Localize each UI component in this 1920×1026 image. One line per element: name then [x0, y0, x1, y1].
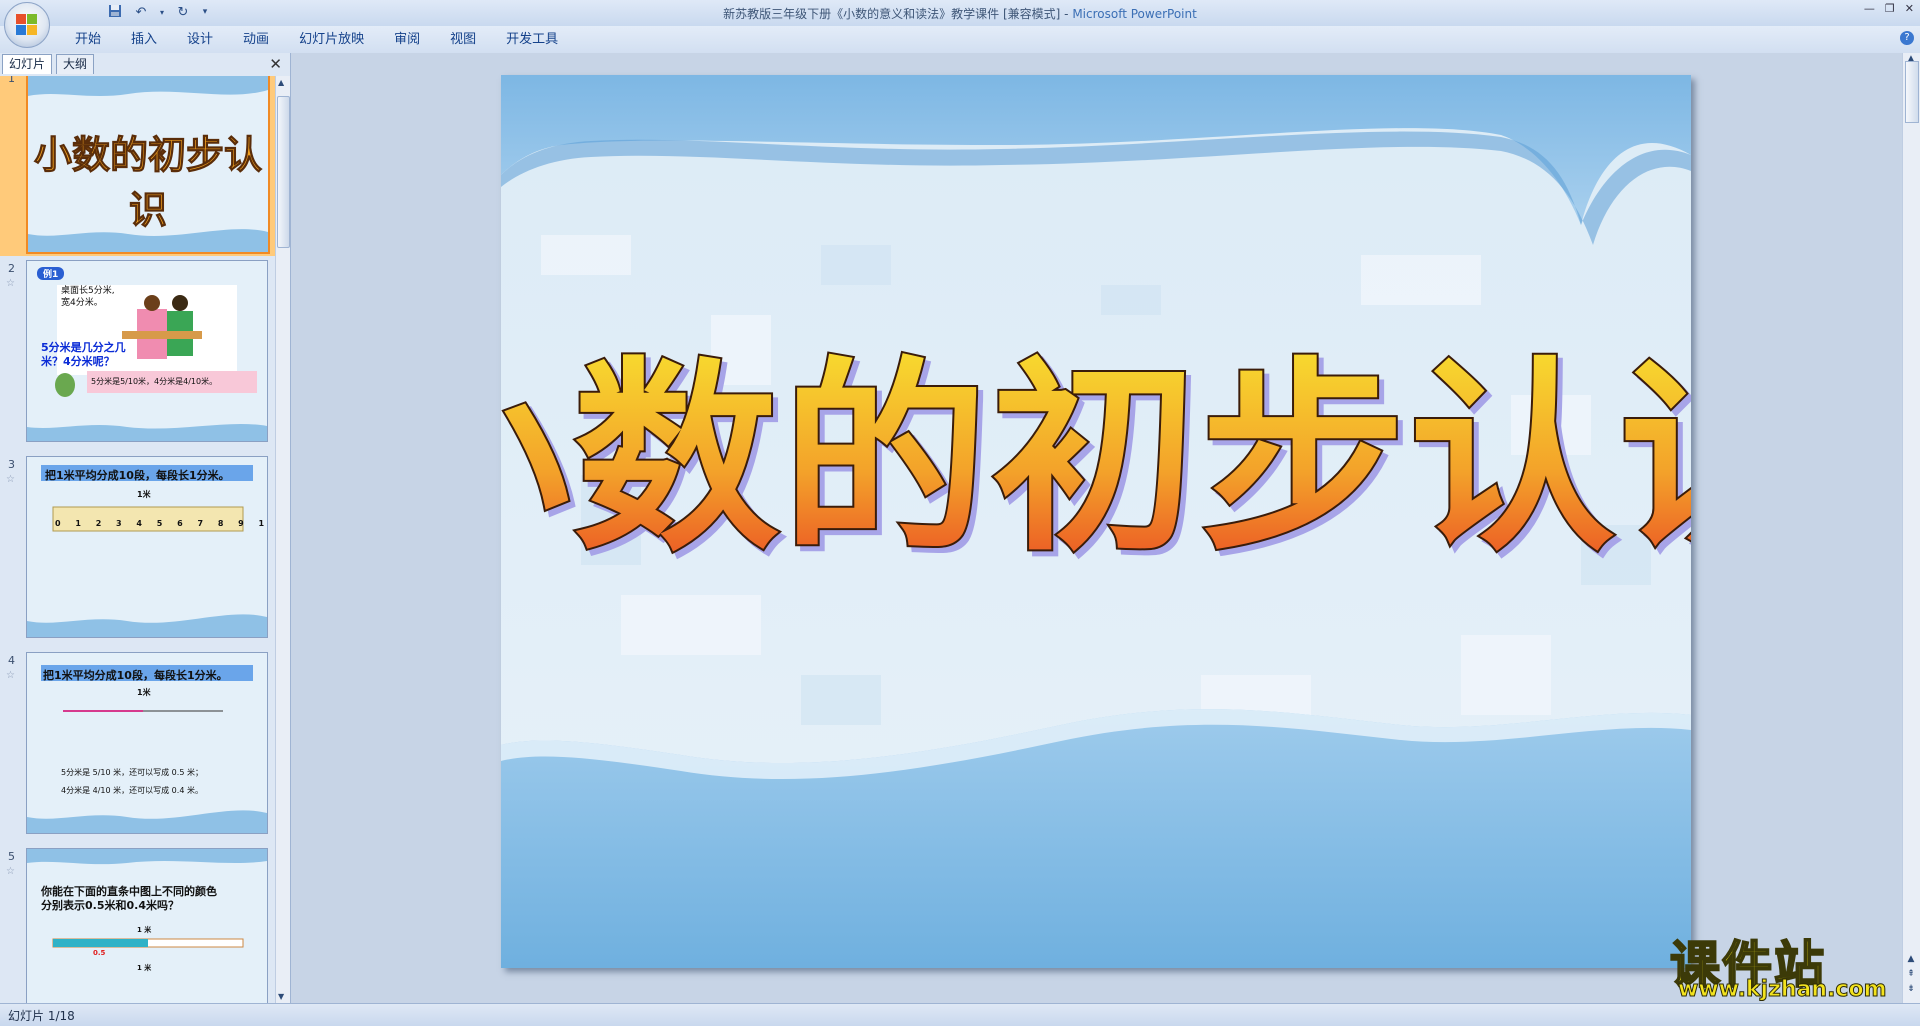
ribbon: 开始 插入 设计 动画 幻灯片放映 审阅 视图 开发工具 ? [0, 26, 1920, 54]
thumb-text: 4分米是 4/10 米，还可以写成 0.4 米。 [61, 786, 203, 795]
status-bar: 幻灯片 1/18 [0, 1003, 1920, 1026]
bar-label: 1 米 [137, 926, 152, 934]
ruler-ticks: 0 1 2 3 4 5 6 7 8 9 10 [55, 519, 268, 528]
thumbnail-row-1[interactable]: 1 小数的初步认识 [0, 76, 276, 256]
thumb-header: 把1米平均分成10段，每段长1分米。 [45, 469, 230, 482]
slide-number: 1 [8, 76, 15, 85]
slide-scroll-thumb[interactable] [1905, 61, 1919, 123]
thumb-answer: 5分米是5/10米，4分米是4/10米。 [91, 377, 218, 386]
app-name: Microsoft PowerPoint [1072, 7, 1197, 21]
example-badge: 例1 [37, 267, 65, 280]
thumbnail-row-5[interactable]: 5 ☆ 你能在下面的直条中图上不同的颜色 分别表示0.5米和0.4米吗？ 1 米… [0, 844, 276, 1003]
slide-number: 4 [8, 654, 15, 667]
slide-title-text: 小数的初步认识 [501, 341, 1691, 579]
thumbnail-list: 1 小数的初步认识 2 ☆ 例1 桌面长5分米, 宽4分米。 5分米是几分之几 … [0, 76, 276, 1003]
tab-review[interactable]: 审阅 [379, 31, 435, 49]
pane-tabs: 幻灯片 大纲 ✕ [0, 53, 290, 75]
animation-star-icon: ☆ [6, 278, 15, 289]
slide-thumbnail-3[interactable]: 把1米平均分成10段，每段长1分米。 1米 0 1 2 3 4 5 6 7 8 … [26, 456, 268, 638]
help-icon[interactable]: ? [1900, 31, 1914, 45]
thumb-text: 宽4分米。 [61, 298, 103, 308]
slide-thumbnail-5[interactable]: 你能在下面的直条中图上不同的颜色 分别表示0.5米和0.4米吗？ 1 米 0.5… [26, 848, 268, 1003]
slide-number: 2 [8, 262, 15, 275]
slide-thumbnail-2[interactable]: 例1 桌面长5分米, 宽4分米。 5分米是几分之几 米？4分米呢？ 5分米是5/… [26, 260, 268, 442]
slide-thumbnail-1[interactable]: 小数的初步认识 [26, 76, 270, 254]
tab-home[interactable]: 开始 [60, 31, 116, 49]
watermark-url: www.kjzhan.com [1678, 977, 1888, 1003]
window-controls: — ❐ ✕ [1864, 2, 1914, 15]
slide-number: 3 [8, 458, 15, 471]
pane-scrollbar[interactable]: ▲ ▼ [275, 76, 290, 1003]
minimize-icon[interactable]: — [1864, 2, 1875, 15]
tab-insert[interactable]: 插入 [116, 31, 172, 49]
watermark: 课件站 www.kjzhan.com [1669, 925, 1920, 1005]
thumb-header: 把1米平均分成10段，每段长1分米。 [43, 669, 228, 682]
tab-slideshow[interactable]: 幻灯片放映 [284, 31, 379, 49]
title-bar: ↶ ▾ ↻ ▾ 新苏教版三年级下册《小数的意义和读法》教学课件 [兼容模式] -… [0, 0, 1920, 27]
tab-view[interactable]: 视图 [435, 31, 491, 49]
thumbnail-row-2[interactable]: 2 ☆ 例1 桌面长5分米, 宽4分米。 5分米是几分之几 米？4分米呢？ 5分… [0, 256, 276, 446]
slide-number: 5 [8, 850, 15, 863]
bar-label: 1 米 [137, 964, 152, 972]
close-window-icon[interactable]: ✕ [1905, 2, 1914, 15]
slide-scrollbar[interactable]: ▲ ▲ ⇞ ⇟ [1902, 53, 1920, 1003]
ruler-label: 1米 [137, 688, 151, 697]
slide-thumbnail-4[interactable]: 把1米平均分成10段，每段长1分米。 1米 5分米是 5/10 米，还可以写成 … [26, 652, 268, 834]
thumbnail-row-3[interactable]: 3 ☆ 把1米平均分成10段，每段长1分米。 1米 0 1 2 3 4 5 6 … [0, 452, 276, 642]
tab-slides[interactable]: 幻灯片 [2, 54, 53, 74]
slide-edit-area: 小数的初步认识 ▲ ▲ ⇞ ⇟ [291, 53, 1920, 1003]
slides-pane: 幻灯片 大纲 ✕ 1 小数的初步认识 2 ☆ 例1 桌面长5分米, 宽4分米。 … [0, 53, 291, 1003]
scroll-down-icon[interactable]: ▼ [278, 992, 284, 1001]
ruler-label: 1米 [137, 490, 151, 499]
document-title: 新苏教版三年级下册《小数的意义和读法》教学课件 [兼容模式] - [723, 7, 1073, 21]
scroll-up-icon[interactable]: ▲ [278, 78, 284, 87]
tab-outline[interactable]: 大纲 [56, 54, 95, 74]
tab-animations[interactable]: 动画 [228, 31, 284, 49]
thumb-text: 5分米是 5/10 米，还可以写成 0.5 米； [61, 768, 203, 777]
slide-title[interactable]: 小数的初步认识 [501, 325, 1691, 585]
bar-label: 0.5 [93, 949, 106, 957]
tab-developer[interactable]: 开发工具 [491, 31, 573, 49]
current-slide[interactable]: 小数的初步认识 [501, 75, 1691, 968]
thumb-question: 分别表示0.5米和0.4米吗？ [41, 899, 179, 912]
thumb-bg [27, 457, 267, 637]
animation-star-icon: ☆ [6, 866, 15, 877]
restore-icon[interactable]: ❐ [1885, 2, 1895, 15]
animation-star-icon: ☆ [6, 670, 15, 681]
close-pane-icon[interactable]: ✕ [269, 55, 282, 73]
animation-star-icon: ☆ [6, 474, 15, 485]
tab-design[interactable]: 设计 [172, 31, 228, 49]
office-logo-icon [16, 14, 38, 36]
thumbnail-row-4[interactable]: 4 ☆ 把1米平均分成10段，每段长1分米。 1米 5分米是 5/10 米，还可… [0, 648, 276, 838]
window-title: 新苏教版三年级下册《小数的意义和读法》教学课件 [兼容模式] - Microso… [0, 5, 1920, 22]
pane-scroll-thumb[interactable] [277, 96, 290, 248]
thumb-title: 小数的初步认识 [33, 133, 262, 233]
thumb-question: 米？4分米呢？ [41, 355, 115, 368]
slide-title-art: 小数的初步认识 [501, 339, 1691, 581]
ribbon-tabs: 开始 插入 设计 动画 幻灯片放映 审阅 视图 开发工具 [60, 31, 573, 49]
office-button[interactable] [4, 2, 50, 48]
slide-counter: 幻灯片 1/18 [8, 1009, 75, 1023]
